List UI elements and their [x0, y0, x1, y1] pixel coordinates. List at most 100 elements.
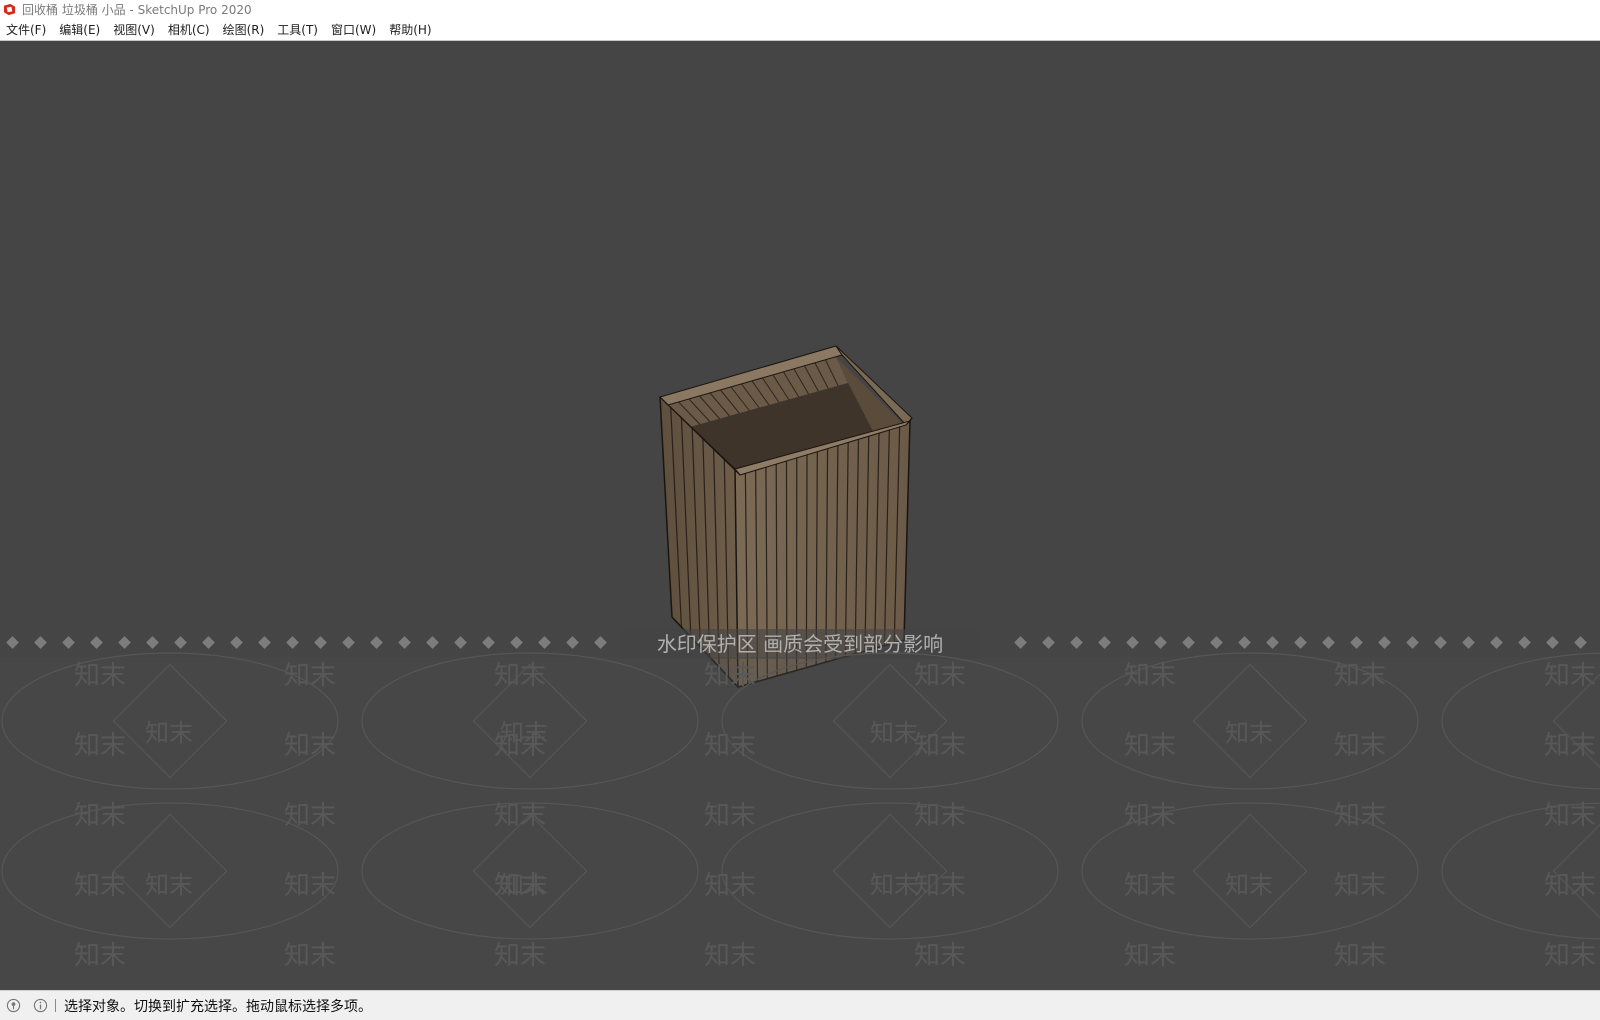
watermark-diamond [1490, 636, 1503, 649]
watermark-brand-text: 知末 [1544, 661, 1596, 691]
watermark-brand-text: 知末 [1225, 719, 1273, 747]
watermark-brand-text: 知末 [1334, 661, 1386, 691]
watermark-diamond [1546, 636, 1559, 649]
watermark-diamond [566, 636, 579, 649]
watermark-diamond [482, 636, 495, 649]
menu-file[interactable]: 文件(F) [0, 21, 53, 38]
watermark-brand-text: 知末 [1124, 941, 1176, 971]
watermark-diamond [230, 636, 243, 649]
watermark-brand-text: 知末 [1334, 871, 1386, 901]
watermark-diamond [594, 636, 607, 649]
watermark-diamond [1210, 636, 1223, 649]
watermark-brand-text: 知末 [284, 661, 336, 691]
menu-camera[interactable]: 相机(C) [162, 21, 217, 38]
watermark-brand-text: 知末 [914, 801, 966, 831]
watermark-diamond [1266, 636, 1279, 649]
watermark-brand-text: 知末 [870, 719, 918, 747]
watermark-brand-text: 知末 [914, 731, 966, 761]
watermark-brand-text: 知末 [1124, 661, 1176, 691]
watermark-diamond [314, 636, 327, 649]
watermark-diamond [1154, 636, 1167, 649]
menu-help[interactable]: 帮助(H) [383, 21, 438, 38]
watermark-diamond [510, 636, 523, 649]
watermark-brand-text: 知末 [870, 871, 918, 899]
watermark-diamond [1070, 636, 1083, 649]
watermark-brand-text: 知末 [704, 941, 756, 971]
watermark-brand-text: 知末 [284, 731, 336, 761]
watermark-brand-text: 知末 [74, 731, 126, 761]
watermark-diamond [538, 636, 551, 649]
watermark-brand-text: 知末 [1124, 731, 1176, 761]
watermark-diamond [1042, 636, 1055, 649]
watermark-brand-text: 知末 [145, 719, 193, 747]
watermark-brand-text: 知末 [284, 801, 336, 831]
watermark-brand-text: 知末 [914, 871, 966, 901]
watermark-diamond [1098, 636, 1111, 649]
menu-view[interactable]: 视图(V) [107, 21, 162, 38]
watermark-diamond [342, 636, 355, 649]
watermark-brand-text: 知末 [74, 801, 126, 831]
watermark-brand-text: 知末 [704, 731, 756, 761]
watermark-diamond [1434, 636, 1447, 649]
watermark-brand-text: 知末 [1544, 871, 1596, 901]
watermark-brand-text: 知末 [494, 941, 546, 971]
watermark-diamond [1462, 636, 1475, 649]
title-bar: 回收桶 垃圾桶 小品 - SketchUp Pro 2020 [0, 0, 1600, 19]
window-title: 回收桶 垃圾桶 小品 - SketchUp Pro 2020 [22, 1, 252, 18]
watermark-diamond [1238, 636, 1251, 649]
menu-bar: 文件(F) 编辑(E) 视图(V) 相机(C) 绘图(R) 工具(T) 窗口(W… [0, 19, 1600, 41]
watermark-diamond [202, 636, 215, 649]
watermark-brand-text: 知末 [494, 801, 546, 831]
watermark-brand-text: 知末 [1334, 941, 1386, 971]
watermark-diamond [1350, 636, 1363, 649]
watermark-brand-text: 知末 [914, 941, 966, 971]
watermark-diamond [454, 636, 467, 649]
viewport-canvas[interactable]: 水印保护区 画质会受到部分影响 知末知末知末知末知末知末知末知末知末知末知末知末… [0, 41, 1600, 990]
watermark-diamond [426, 636, 439, 649]
watermark-brand-text: 知末 [704, 661, 756, 691]
watermark-brand-text: 知末 [1124, 801, 1176, 831]
watermark-diamond [118, 636, 131, 649]
watermark-brand-text: 知末 [1225, 871, 1273, 899]
watermark-diamond [1518, 636, 1531, 649]
geo-location-icon[interactable] [6, 998, 21, 1013]
watermark-diamond [258, 636, 271, 649]
watermark-diamond [174, 636, 187, 649]
menu-window[interactable]: 窗口(W) [325, 21, 383, 38]
watermark-diamond [1574, 636, 1587, 649]
status-message: 选择对象。切换到扩充选择。拖动鼠标选择多项。 [64, 996, 372, 1016]
watermark-diamond [62, 636, 75, 649]
watermark-diamond [1378, 636, 1391, 649]
watermark-notice: 水印保护区 画质会受到部分影响 [657, 632, 943, 656]
watermark-brand-text: 知末 [500, 871, 548, 899]
sketchup-logo-icon [3, 3, 16, 16]
watermark-brand-text: 知末 [74, 661, 126, 691]
watermark-brand-text: 知末 [145, 871, 193, 899]
watermark-diamond [286, 636, 299, 649]
watermark-brand-text: 知末 [1544, 941, 1596, 971]
watermark-diamond [1322, 636, 1335, 649]
watermark-brand-text: 知末 [1124, 871, 1176, 901]
model-viewport[interactable]: 水印保护区 画质会受到部分影响 知末知末知末知末知末知末知末知末知末知末知末知末… [0, 41, 1600, 990]
menu-tools[interactable]: 工具(T) [271, 21, 325, 38]
watermark-diamond [1126, 636, 1139, 649]
watermark-brand-text: 知末 [1334, 731, 1386, 761]
watermark-brand-text: 知末 [74, 941, 126, 971]
watermark-diamond [1406, 636, 1419, 649]
watermark-diamond [1182, 636, 1195, 649]
watermark-overlay: 水印保护区 画质会受到部分影响 知末知末知末知末知末知末知末知末知末知末知末知末… [0, 629, 1600, 990]
watermark-brand-text: 知末 [494, 661, 546, 691]
watermark-brand-text: 知末 [1544, 731, 1596, 761]
menu-edit[interactable]: 编辑(E) [53, 21, 107, 38]
status-separator [55, 999, 56, 1012]
watermark-brand-text: 知末 [914, 661, 966, 691]
watermark-brand-text: 知末 [704, 801, 756, 831]
watermark-diamond [1014, 636, 1027, 649]
watermark-brand-text: 知末 [1334, 801, 1386, 831]
info-icon[interactable] [33, 998, 48, 1013]
watermark-diamond [6, 636, 19, 649]
watermark-brand-text: 知末 [704, 871, 756, 901]
watermark-brand-text: 知末 [74, 871, 126, 901]
watermark-diamond [370, 636, 383, 649]
menu-draw[interactable]: 绘图(R) [217, 21, 272, 38]
